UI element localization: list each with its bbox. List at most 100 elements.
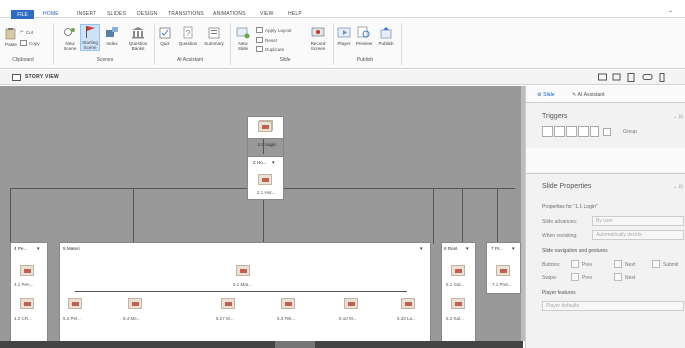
tab-design[interactable]: DESIGN — [137, 11, 157, 17]
chevron-down-icon[interactable]: ▾ — [272, 160, 275, 166]
index-button[interactable]: Index — [104, 26, 120, 46]
tab-insert[interactable]: INSERT — [77, 11, 96, 17]
new-scene-button[interactable]: New Scene — [61, 26, 79, 51]
scene-header[interactable]: 5 Materi — [63, 246, 80, 251]
summary-icon — [208, 27, 220, 39]
ribbon-divider — [401, 23, 402, 65]
tab-ai-assistant[interactable]: ✎ AI Assistant — [572, 92, 605, 98]
index-label: Index — [106, 41, 118, 46]
pin-icon[interactable]: ⌄ ⊟ — [673, 184, 683, 190]
swipe-next-checkbox[interactable] — [614, 273, 622, 281]
question-icon: ? — [183, 26, 193, 39]
player-defaults-value: Player defaults — [546, 303, 580, 309]
submit-label: Submit — [663, 262, 679, 268]
slide-thumbnail — [20, 265, 34, 276]
horizontal-scrollbar[interactable] — [0, 341, 523, 348]
cut-button[interactable]: ✂ Cut — [20, 29, 33, 35]
ribbon-divider — [53, 23, 54, 65]
slide-thumbnail — [20, 298, 34, 309]
slide-advances-select[interactable]: By user — [592, 216, 684, 226]
quiz-label: Quiz — [160, 41, 170, 46]
scene-card-4[interactable] — [10, 242, 48, 345]
summary-button[interactable]: Summary — [203, 26, 225, 46]
tab-slides[interactable]: SLIDES — [107, 11, 126, 17]
slide-properties-heading: Slide Properties — [542, 183, 592, 190]
scene-header[interactable]: 4 Pe... — [14, 246, 27, 251]
tab-animations[interactable]: ANIMATIONS — [213, 11, 246, 17]
player-icon — [337, 27, 351, 38]
scene-header[interactable]: 7 Pr... — [491, 246, 503, 251]
tab-transitions[interactable]: TRANSITIONS — [168, 11, 204, 17]
player-features-select[interactable]: Player defaults — [542, 301, 684, 311]
duplicate-button[interactable]: Duplicate — [256, 46, 284, 52]
scene-header[interactable]: 6 Rant — [444, 246, 458, 251]
chevron-down-icon[interactable]: ▾ — [512, 246, 515, 252]
record-screen-button[interactable]: Record Screen — [305, 26, 331, 51]
tab-home[interactable]: HOME — [43, 11, 59, 17]
new-slide-label: New Slide — [237, 41, 249, 51]
slide-thumbnail — [236, 265, 250, 276]
question-banks-button[interactable]: Question Banks — [125, 26, 151, 51]
slide-label: 6.1 Gal... — [446, 282, 465, 287]
tab-help[interactable]: HELP — [288, 11, 302, 17]
slide-label: 5.2 Pel... — [63, 316, 81, 321]
scissors-icon: ✂ — [20, 29, 24, 34]
connector-line — [10, 188, 11, 244]
scene-header[interactable]: 2 Ho... — [253, 160, 267, 165]
paste-button[interactable]: Paste — [3, 27, 19, 47]
publish-button[interactable]: Publish — [376, 26, 396, 46]
slide-thumbnail — [344, 298, 358, 309]
tab-ai-label: AI Assistant — [577, 92, 605, 98]
tab-slide[interactable]: ⚙ Slide — [537, 92, 555, 98]
chevron-down-icon[interactable]: ▾ — [466, 246, 469, 252]
starting-scene-button[interactable]: Starting Scene — [80, 24, 100, 51]
scene-card-6[interactable] — [441, 242, 476, 345]
scrollbar-thumb[interactable] — [275, 341, 315, 348]
slide-thumbnail — [401, 298, 415, 309]
slide-thumbnail — [451, 265, 465, 276]
apply-layout-button[interactable]: Apply Layout — [256, 27, 292, 33]
player-button[interactable]: Player — [335, 26, 353, 46]
summary-label: Summary — [204, 41, 224, 46]
quiz-button[interactable]: Quiz — [157, 26, 173, 46]
new-slide-button[interactable]: New Slide — [233, 26, 253, 51]
collapse-ribbon-icon[interactable]: ⌃ — [668, 10, 673, 17]
chevron-down-icon[interactable]: ▾ — [37, 246, 40, 252]
submit-button-checkbox[interactable] — [652, 260, 660, 268]
zoom-controls[interactable] — [598, 73, 682, 82]
next-button-checkbox[interactable] — [614, 260, 622, 268]
buttons-label: Buttons: — [542, 262, 561, 268]
story-canvas[interactable]: 1.1 Login 1.1 Login 2 Ho... ▾ 2.1 Hot...… — [0, 86, 523, 348]
player-features-heading: Player features — [542, 290, 576, 296]
tab-view[interactable]: VIEW — [260, 11, 274, 17]
when-revisiting-select[interactable]: Automatically decide — [592, 230, 684, 240]
slide-advances-value: By user — [596, 218, 613, 224]
connector-line — [462, 188, 463, 244]
slide-label: 4.1 Pen... — [14, 282, 34, 287]
chevron-down-icon[interactable]: ▾ — [420, 246, 423, 252]
ribbon-divider — [154, 23, 155, 65]
prev-label: Prev — [582, 262, 593, 268]
reset-button[interactable]: Reset — [256, 37, 277, 43]
group-label: Group — [623, 129, 637, 135]
story-view-icon — [12, 74, 21, 81]
pin-icon[interactable]: ⌄ ⊟ — [673, 114, 683, 120]
slide-label: 6.2 Kal... — [446, 316, 464, 321]
when-revisiting-value: Automatically decide — [596, 232, 642, 238]
clipboard-group-label: Clipboard — [12, 57, 34, 63]
duplicate-label: Duplicate — [265, 46, 285, 52]
question-button[interactable]: ? Question — [175, 26, 201, 46]
properties-for-label: Properties for "1.1 Login" — [542, 204, 598, 210]
triggers-heading: Triggers — [542, 113, 568, 120]
starting-scene-label: Starting Scene — [82, 40, 98, 50]
scene-card-5[interactable] — [59, 242, 431, 345]
preview-button[interactable]: Preview — [354, 26, 374, 46]
slide-label: 5.10 M... — [339, 316, 357, 321]
trigger-toolbar[interactable] — [542, 126, 622, 137]
copy-button[interactable]: Copy — [20, 40, 40, 46]
player-label: Player — [337, 41, 351, 46]
prev-button-checkbox[interactable] — [571, 260, 579, 268]
copy-label: Copy — [29, 40, 40, 46]
swipe-prev-checkbox[interactable] — [571, 273, 579, 281]
connector-line — [133, 188, 134, 244]
